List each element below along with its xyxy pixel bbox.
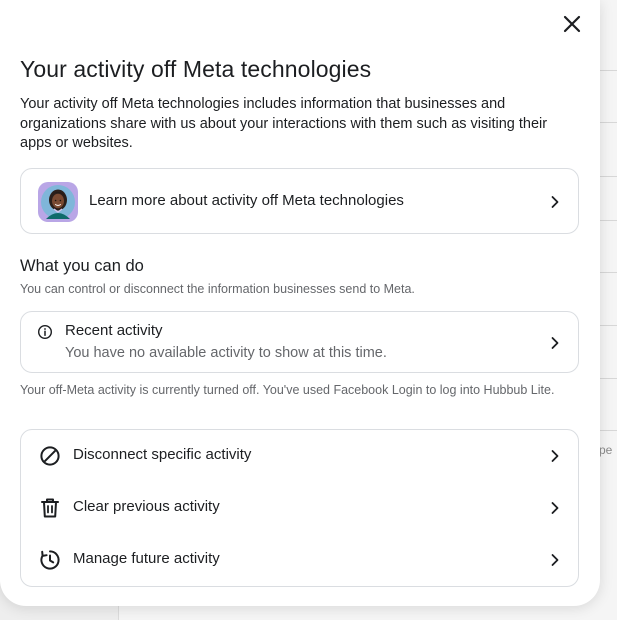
disconnect-icon — [40, 446, 60, 466]
background-divider — [597, 272, 617, 273]
chevron-right-icon — [551, 196, 559, 208]
info-icon — [37, 324, 53, 340]
chevron-right-icon — [551, 337, 559, 349]
background-peek-text: pe — [599, 443, 613, 457]
recent-activity-card[interactable]: Recent activity You have no available ac… — [20, 311, 579, 373]
close-button[interactable] — [556, 8, 588, 40]
clear-activity-button[interactable]: Clear previous activity — [21, 482, 578, 534]
dialog-intro: Your activity off Meta technologies incl… — [20, 96, 548, 151]
section-heading: What you can do — [20, 257, 144, 275]
background-divider — [597, 430, 617, 431]
activity-dialog: Your activity off Meta technologies Your… — [0, 0, 600, 606]
background-divider — [597, 176, 617, 177]
actions-list: Disconnect specific activity Clear previ… — [20, 429, 579, 587]
background-divider — [597, 378, 617, 379]
background-divider — [597, 220, 617, 221]
dialog-title: Your activity off Meta technologies — [20, 56, 372, 82]
chevron-right-icon — [551, 502, 559, 514]
learn-more-card[interactable]: Learn more about activity off Meta techn… — [20, 168, 579, 234]
manage-activity-button[interactable]: Manage future activity — [21, 534, 578, 586]
background-divider — [597, 122, 617, 123]
action-label: Disconnect specific activity — [73, 446, 252, 463]
disconnect-activity-button[interactable]: Disconnect specific activity — [21, 430, 578, 482]
recent-activity-description: You have no available activity to show a… — [65, 345, 387, 361]
section-subtitle: You can control or disconnect the inform… — [20, 282, 415, 296]
close-icon — [563, 15, 581, 33]
recent-activity-title: Recent activity — [65, 322, 163, 339]
chevron-right-icon — [551, 554, 559, 566]
action-label: Clear previous activity — [73, 498, 220, 515]
action-label: Manage future activity — [73, 550, 220, 567]
background-divider — [597, 70, 617, 71]
status-note: Your off-Meta activity is currently turn… — [20, 383, 555, 397]
background-divider — [597, 325, 617, 326]
learn-more-label: Learn more about activity off Meta techn… — [89, 192, 404, 209]
avatar-illustration — [38, 182, 78, 222]
clock-history-icon — [40, 550, 60, 570]
trash-icon — [41, 498, 59, 518]
chevron-right-icon — [551, 450, 559, 462]
